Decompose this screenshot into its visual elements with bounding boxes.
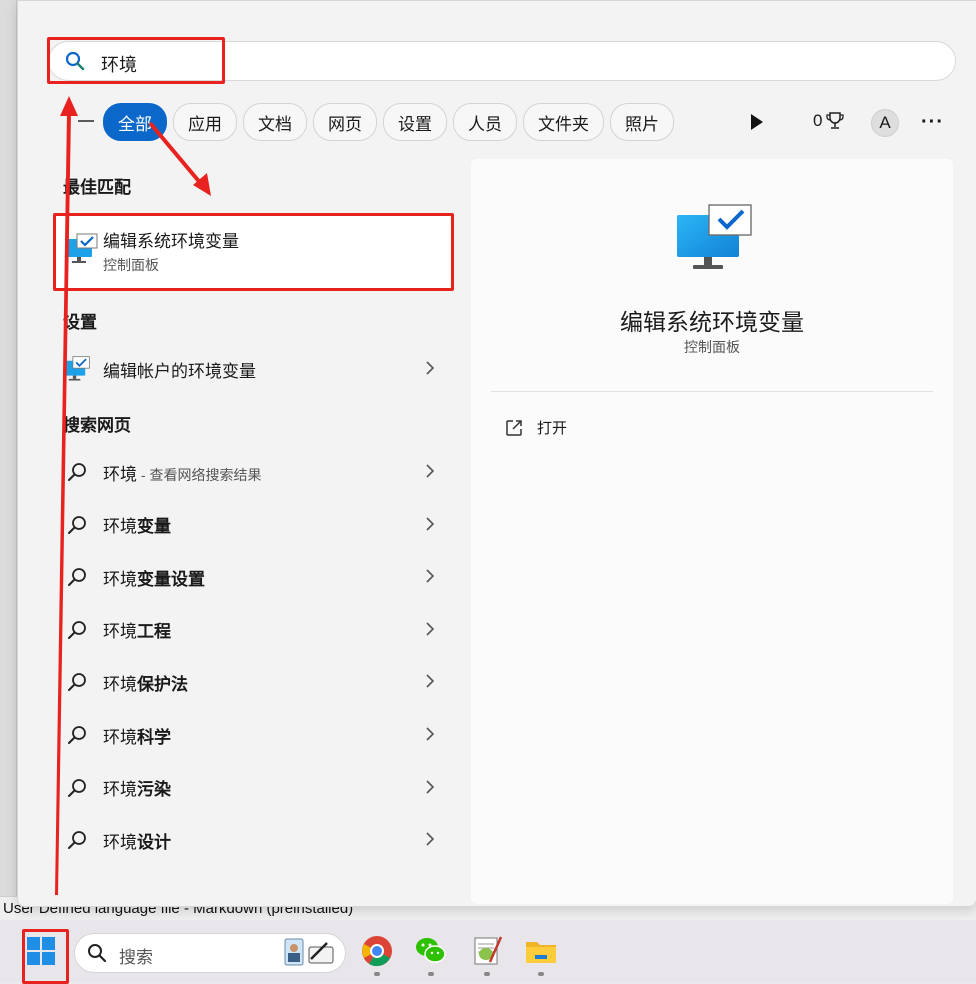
detail-pane: 编辑系统环境变量 控制面板 打开 [471, 159, 953, 904]
chevron-right-icon [426, 517, 435, 531]
running-indicator [538, 972, 544, 976]
web-result-label: 环境 - 查看网络搜索结果 [103, 464, 262, 484]
search-icon [68, 620, 86, 639]
web-result-label: 环境变量设置 [103, 569, 205, 589]
web-result-item[interactable]: 环境变量设置 [63, 555, 443, 599]
section-web-search: 搜索网页 [63, 416, 131, 435]
web-result-item[interactable]: 环境变量 [63, 503, 443, 547]
search-icon [68, 831, 86, 850]
filter-chips: 全部 应用 文档 网页 设置 人员 文件夹 照片 [103, 103, 680, 141]
chevron-right-icon [426, 569, 435, 583]
taskbar-search-label: 搜索 [119, 948, 153, 967]
web-result-item[interactable]: 环境设计 [63, 818, 443, 862]
running-indicator [484, 972, 490, 976]
search-query[interactable]: 环境 [101, 51, 137, 77]
web-result-item[interactable]: 环境保护法 [63, 660, 443, 704]
search-icon [88, 944, 107, 963]
system-properties-icon [677, 204, 752, 269]
notepad-plus-plus-icon[interactable] [470, 934, 504, 968]
section-best-match: 最佳匹配 [63, 178, 131, 197]
chevron-right-icon [426, 361, 435, 375]
rewards-points[interactable]: 0 [813, 111, 845, 131]
filter-chip-apps[interactable]: 应用 [173, 103, 237, 141]
play-icon[interactable] [749, 113, 765, 131]
running-indicator [428, 972, 434, 976]
search-highlight-icon [284, 938, 334, 966]
web-result-item[interactable]: 环境污染 [63, 766, 443, 810]
background-window-frame [0, 0, 17, 900]
search-icon [68, 778, 86, 797]
chevron-right-icon [426, 464, 435, 478]
web-result-label: 环境科学 [103, 727, 171, 747]
chevron-right-icon [426, 832, 435, 846]
search-icon [68, 726, 86, 744]
web-result-item[interactable]: 环境科学 [63, 713, 443, 757]
taskbar-search-box[interactable]: 搜索 [74, 933, 346, 973]
file-explorer-icon[interactable] [524, 934, 558, 968]
filter-chip-people[interactable]: 人员 [453, 103, 517, 141]
chevron-right-icon [426, 727, 435, 741]
best-match-item[interactable]: 编辑系统环境变量 控制面板 [55, 215, 451, 289]
web-result-label: 环境设计 [103, 832, 171, 852]
detail-category: 控制面板 [684, 339, 740, 355]
search-icon [68, 515, 86, 534]
detail-title: 编辑系统环境变量 [620, 309, 804, 335]
search-icon [65, 51, 85, 71]
filter-chip-settings[interactable]: 设置 [383, 103, 447, 141]
search-icon [68, 673, 86, 692]
web-result-item[interactable]: 环境 - 查看网络搜索结果 [63, 450, 443, 494]
more-options-button[interactable]: ··· [921, 111, 944, 134]
open-external-icon [506, 419, 522, 436]
detail-divider [491, 391, 933, 392]
rewards-points-value: 0 [813, 111, 823, 130]
settings-item-account-env[interactable]: 编辑帐户的环境变量 [63, 347, 443, 391]
chrome-icon[interactable] [360, 934, 394, 968]
filter-chip-all[interactable]: 全部 [103, 103, 167, 141]
search-icon [68, 568, 86, 587]
search-panel: 环境 全部 应用 文档 网页 设置 人员 文件夹 照片 0 A ··· 最佳匹配… [17, 0, 976, 907]
account-avatar[interactable]: A [871, 109, 899, 137]
settings-item-label: 编辑帐户的环境变量 [103, 361, 256, 381]
filter-chip-documents[interactable]: 文档 [243, 103, 307, 141]
web-result-label: 环境保护法 [103, 674, 188, 694]
system-properties-icon [63, 356, 90, 381]
section-settings: 设置 [63, 313, 97, 332]
search-icon [68, 463, 86, 481]
web-result-item[interactable]: 环境工程 [63, 608, 443, 652]
best-match-subtitle: 控制面板 [103, 257, 159, 273]
search-box[interactable]: 环境 [48, 41, 956, 81]
trophy-icon [826, 112, 845, 129]
filter-chip-folders[interactable]: 文件夹 [523, 103, 604, 141]
wechat-icon[interactable] [414, 934, 448, 968]
chevron-right-icon [426, 674, 435, 688]
web-result-label: 环境污染 [103, 780, 171, 800]
best-match-title: 编辑系统环境变量 [103, 232, 239, 251]
web-result-label: 环境变量 [103, 517, 171, 537]
running-indicator [374, 972, 380, 976]
open-label: 打开 [537, 420, 568, 437]
windows-start-icon[interactable] [26, 936, 56, 966]
web-result-label: 环境工程 [103, 622, 171, 642]
back-arrow-icon[interactable] [76, 111, 96, 131]
filter-chip-photos[interactable]: 照片 [610, 103, 674, 141]
open-action[interactable]: 打开 [505, 417, 567, 438]
filter-chip-web[interactable]: 网页 [313, 103, 377, 141]
system-properties-icon [66, 233, 98, 263]
chevron-right-icon [426, 622, 435, 636]
chevron-right-icon [426, 780, 435, 794]
